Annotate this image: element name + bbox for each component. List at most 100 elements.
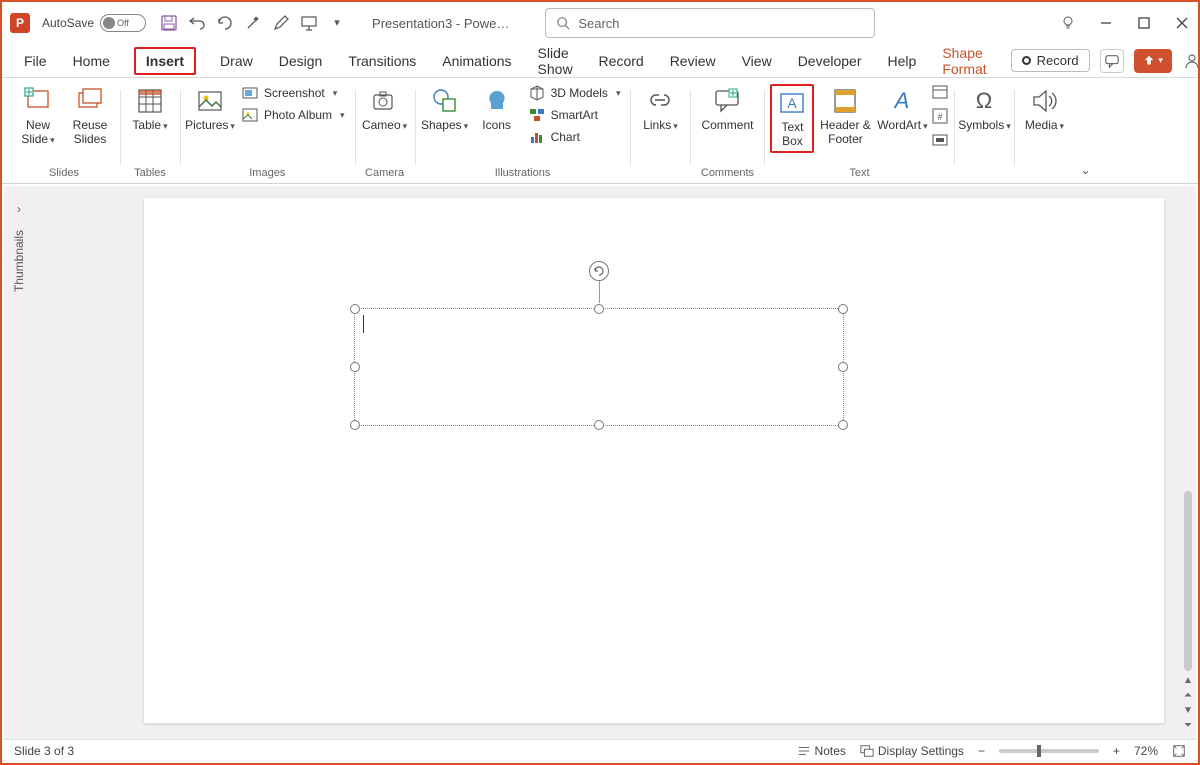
icons-button[interactable]: Icons bbox=[473, 84, 521, 134]
zoom-slider-knob[interactable] bbox=[1037, 745, 1041, 757]
chart-button[interactable]: Chart bbox=[525, 128, 625, 146]
pictures-button[interactable]: Pictures▾ bbox=[186, 84, 234, 134]
present-icon[interactable] bbox=[300, 14, 318, 32]
quick-access-toolbar: ▾ bbox=[160, 14, 346, 32]
pen-icon[interactable] bbox=[272, 14, 290, 32]
photo-album-icon bbox=[242, 107, 258, 123]
tab-home[interactable]: Home bbox=[71, 49, 112, 73]
share-button[interactable]: ▾ bbox=[1134, 49, 1172, 73]
maximize-button[interactable] bbox=[1136, 15, 1152, 31]
scrollbar-thumb[interactable] bbox=[1184, 491, 1192, 671]
tab-review[interactable]: Review bbox=[668, 49, 718, 73]
collapse-ribbon-button[interactable]: ⌄ bbox=[1080, 163, 1096, 183]
tab-shape-format[interactable]: Shape Format bbox=[940, 41, 988, 81]
autosave-state: Off bbox=[117, 18, 129, 28]
undo-icon[interactable] bbox=[188, 14, 206, 32]
resize-handle-b[interactable] bbox=[594, 420, 604, 430]
slide-number-button[interactable]: # bbox=[932, 108, 948, 124]
symbols-label: Symbols▾ bbox=[958, 118, 1011, 132]
fit-to-window-button[interactable] bbox=[1172, 744, 1186, 758]
svg-text:Ω: Ω bbox=[976, 88, 992, 113]
links-icon bbox=[645, 86, 675, 116]
links-button[interactable]: Links▾ bbox=[636, 84, 684, 134]
pictures-icon bbox=[195, 86, 225, 116]
tab-animations[interactable]: Animations bbox=[440, 49, 513, 73]
prev-slide-double-icon[interactable]: ⏶ bbox=[1184, 690, 1192, 701]
resize-handle-bl[interactable] bbox=[350, 420, 360, 430]
tab-help[interactable]: Help bbox=[886, 49, 919, 73]
search-box[interactable]: Search bbox=[545, 8, 875, 38]
notes-icon bbox=[797, 744, 811, 758]
close-button[interactable] bbox=[1174, 15, 1190, 31]
group-illustrations-label: Illustrations bbox=[495, 167, 551, 181]
resize-handle-r[interactable] bbox=[838, 362, 848, 372]
tab-file[interactable]: File bbox=[22, 49, 49, 73]
resize-handle-t[interactable] bbox=[594, 304, 604, 314]
tab-view[interactable]: View bbox=[740, 49, 774, 73]
photo-album-button[interactable]: Photo Album▾ bbox=[238, 106, 349, 124]
screenshot-button[interactable]: Screenshot▾ bbox=[238, 84, 349, 102]
comment-label: Comment bbox=[701, 118, 753, 132]
thumbnails-rail[interactable]: › Thumbnails bbox=[4, 186, 34, 739]
selected-text-box[interactable] bbox=[354, 308, 844, 426]
cameo-button[interactable]: Cameo▾ bbox=[361, 84, 409, 134]
new-slide-label: New Slide▾ bbox=[14, 118, 62, 147]
autosave-toggle[interactable]: Off bbox=[100, 14, 146, 32]
3d-models-button[interactable]: 3D Models▾ bbox=[525, 84, 625, 102]
slide-area[interactable] bbox=[34, 186, 1180, 739]
record-button[interactable]: Record bbox=[1011, 49, 1090, 72]
zoom-in-button[interactable]: + bbox=[1113, 744, 1120, 758]
tab-record[interactable]: Record bbox=[597, 49, 646, 73]
comment-button[interactable]: Comment bbox=[696, 84, 758, 134]
resize-handle-l[interactable] bbox=[350, 362, 360, 372]
prev-slide-icon[interactable]: ▲ bbox=[1183, 675, 1193, 686]
wordart-button[interactable]: A WordArt▾ bbox=[876, 84, 928, 134]
new-slide-button[interactable]: New Slide▾ bbox=[14, 84, 62, 149]
cameo-icon bbox=[370, 86, 400, 116]
tab-design[interactable]: Design bbox=[277, 49, 325, 73]
account-icon[interactable] bbox=[1182, 53, 1200, 69]
slide-canvas[interactable] bbox=[144, 198, 1164, 723]
zoom-level[interactable]: 72% bbox=[1134, 744, 1158, 758]
save-icon[interactable] bbox=[160, 14, 178, 32]
vertical-scrollbar[interactable]: ▲ ⏶ ▼ ⏷ bbox=[1180, 186, 1196, 739]
zoom-slider[interactable] bbox=[999, 749, 1099, 753]
resize-handle-br[interactable] bbox=[838, 420, 848, 430]
tab-slideshow[interactable]: Slide Show bbox=[536, 41, 575, 81]
next-slide-icon[interactable]: ▼ bbox=[1183, 705, 1193, 716]
symbols-button[interactable]: Ω Symbols▾ bbox=[960, 84, 1008, 134]
magic-icon[interactable] bbox=[244, 14, 262, 32]
display-settings-button[interactable]: Display Settings bbox=[860, 744, 964, 758]
object-button[interactable] bbox=[932, 132, 948, 148]
resize-handle-tl[interactable] bbox=[350, 304, 360, 314]
rotate-handle[interactable] bbox=[589, 261, 609, 281]
smartart-button[interactable]: SmartArt bbox=[525, 106, 625, 124]
header-footer-label: Header & Footer bbox=[818, 118, 872, 147]
expand-thumbnails-icon[interactable]: › bbox=[17, 202, 21, 216]
tab-insert[interactable]: Insert bbox=[134, 47, 196, 75]
notes-button[interactable]: Notes bbox=[797, 744, 846, 758]
media-icon bbox=[1029, 86, 1059, 116]
lightbulb-icon[interactable] bbox=[1060, 15, 1076, 31]
tab-developer[interactable]: Developer bbox=[796, 49, 864, 73]
media-label: Media▾ bbox=[1025, 118, 1064, 132]
qat-more-icon[interactable]: ▾ bbox=[328, 14, 346, 32]
resize-handle-tr[interactable] bbox=[838, 304, 848, 314]
zoom-out-button[interactable]: − bbox=[978, 744, 985, 758]
table-button[interactable]: Table▾ bbox=[126, 84, 174, 134]
tab-draw[interactable]: Draw bbox=[218, 49, 255, 73]
comments-pane-button[interactable] bbox=[1100, 49, 1124, 73]
slide-indicator[interactable]: Slide 3 of 3 bbox=[14, 744, 74, 758]
shapes-button[interactable]: Shapes▾ bbox=[421, 84, 469, 134]
reuse-slides-button[interactable]: Reuse Slides bbox=[66, 84, 114, 149]
date-time-button[interactable] bbox=[932, 84, 948, 100]
document-title: Presentation3 - Powe… bbox=[372, 16, 509, 31]
minimize-button[interactable] bbox=[1098, 15, 1114, 31]
next-slide-double-icon[interactable]: ⏷ bbox=[1184, 720, 1192, 731]
redo-icon[interactable] bbox=[216, 14, 234, 32]
tab-transitions[interactable]: Transitions bbox=[346, 49, 418, 73]
media-button[interactable]: Media▾ bbox=[1020, 84, 1068, 134]
text-box-button[interactable]: A Text Box bbox=[770, 84, 814, 153]
rotate-icon bbox=[593, 265, 605, 277]
header-footer-button[interactable]: Header & Footer bbox=[818, 84, 872, 149]
